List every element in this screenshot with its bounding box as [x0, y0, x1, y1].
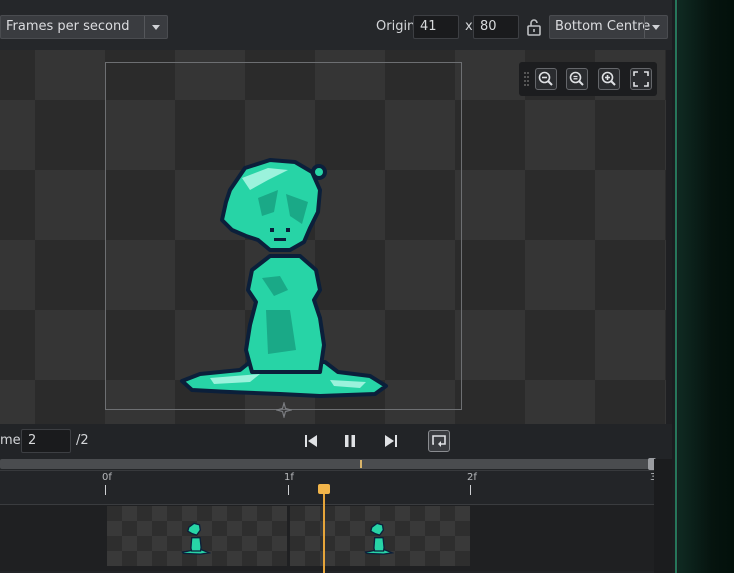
canvas-scrollbar[interactable] — [666, 50, 672, 424]
playhead[interactable] — [323, 485, 325, 573]
fit-view-button[interactable] — [630, 68, 652, 90]
origin-preset-dropdown[interactable]: Bottom Centre — [549, 15, 668, 39]
zoom-out-icon — [538, 71, 553, 86]
track-scrollbar[interactable] — [654, 459, 672, 573]
tick-mark — [470, 485, 471, 495]
loop-toggle-button[interactable] — [428, 430, 450, 452]
tick-label: 2f — [467, 472, 477, 483]
window-background-glow — [678, 0, 734, 573]
frame-thumbnail — [364, 522, 394, 555]
origin-y-field[interactable]: 80 — [473, 15, 519, 39]
sprite-editor-panel: Frames per second Origin 41 x 80 Bottom … — [0, 0, 672, 573]
frame-cell-2[interactable] — [290, 506, 470, 566]
scrub-marker — [360, 460, 362, 468]
pause-button[interactable] — [339, 430, 361, 452]
playback-bar — [0, 424, 672, 458]
zoom-in-icon — [601, 71, 616, 86]
timeline-scrollbar[interactable] — [0, 459, 652, 469]
next-frame-button[interactable] — [380, 430, 402, 452]
zoom-reset-button[interactable] — [566, 68, 588, 90]
chevron-down-icon — [644, 16, 667, 38]
slime-sprite-preview — [180, 158, 388, 398]
chevron-down-icon — [144, 16, 167, 38]
frame-value: 2 — [28, 433, 37, 448]
zoom-out-button[interactable] — [535, 68, 557, 90]
frame-thumbnail — [181, 522, 211, 555]
sprite-toolbar: Frames per second Origin 41 x 80 Bottom … — [0, 0, 672, 52]
lock-icon[interactable] — [524, 17, 544, 37]
frame-total: /2 — [76, 433, 89, 448]
origin-preset-value: Bottom Centre — [555, 19, 651, 34]
zoom-reset-icon — [569, 71, 584, 86]
origin-x-field[interactable]: 41 — [413, 15, 459, 39]
window-edge — [675, 0, 677, 573]
frame-field[interactable]: 2 — [21, 429, 71, 453]
frame-cell-1[interactable] — [107, 506, 287, 566]
tick-label: 1f — [284, 472, 294, 483]
origin-y-value: 80 — [480, 19, 497, 34]
drag-handle-icon[interactable] — [524, 72, 529, 86]
tick-label: 0f — [102, 472, 112, 483]
speed-mode-dropdown[interactable]: Frames per second — [0, 15, 168, 39]
speed-mode-value: Frames per second — [6, 19, 130, 34]
origin-marker-icon[interactable] — [276, 402, 292, 418]
origin-x-value: 41 — [420, 19, 437, 34]
fit-icon — [633, 71, 649, 87]
previous-frame-button[interactable] — [300, 430, 322, 452]
loop-icon — [432, 435, 446, 447]
origin-separator: x — [465, 19, 473, 34]
origin-label: Origin — [376, 19, 416, 34]
zoom-in-button[interactable] — [598, 68, 620, 90]
tick-mark — [105, 485, 106, 495]
playhead-handle[interactable] — [318, 484, 330, 494]
tick-mark — [288, 485, 289, 495]
